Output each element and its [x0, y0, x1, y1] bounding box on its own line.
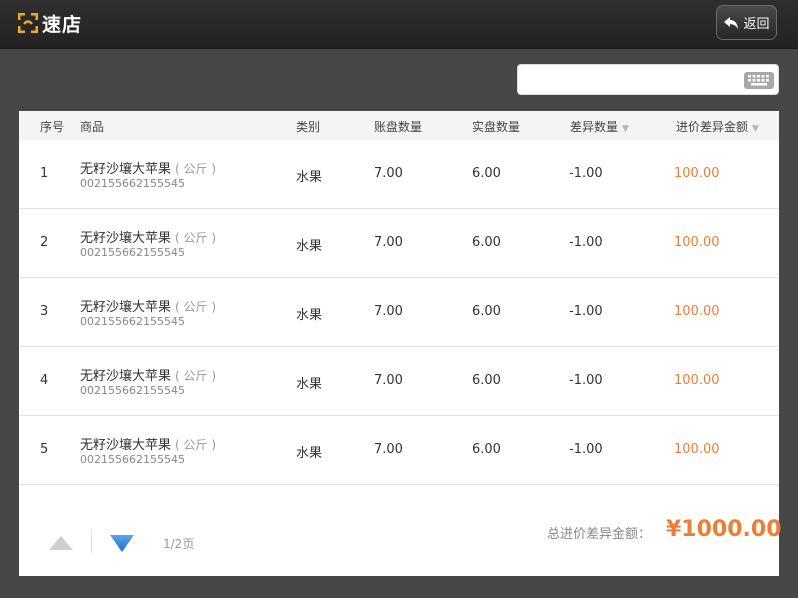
row-diff-qty: -1.00 [569, 235, 603, 250]
search-input[interactable] [526, 70, 740, 92]
col-actual-qty: 实盘数量 [472, 120, 521, 134]
product-name: 无籽沙壤大苹果( 公斤 ) [80, 434, 216, 453]
store-logo-icon [18, 13, 38, 33]
row-index: 3 [40, 304, 49, 319]
row-book-qty: 7.00 [374, 166, 403, 181]
row-diff-qty: -1.00 [569, 442, 603, 457]
product-code: 002155662155545 [80, 246, 185, 259]
sort-desc-icon: ▼ [622, 124, 629, 134]
app-logo-text: 速店 [42, 13, 83, 36]
product-name: 无籽沙壤大苹果( 公斤 ) [80, 158, 216, 177]
product-name-text: 无籽沙壤大苹果 [80, 438, 172, 453]
sort-desc-icon: ▼ [752, 124, 759, 134]
row-book-qty: 7.00 [374, 442, 403, 457]
row-category: 水果 [296, 377, 323, 392]
row-diff-amount: 100.00 [674, 442, 720, 457]
back-button[interactable]: 返回 [716, 5, 777, 40]
page-up-icon[interactable] [48, 535, 74, 551]
row-diff-qty: -1.00 [569, 166, 603, 181]
table-row[interactable]: 1 无籽沙壤大苹果( 公斤 ) 002155662155545 水果 7.00 6.00 -… [19, 140, 779, 209]
top-bar: 速店 返回 [0, 0, 798, 49]
row-diff-qty: -1.00 [569, 304, 603, 319]
product-name-text: 无籽沙壤大苹果 [80, 162, 172, 177]
row-actual-qty: 6.00 [472, 442, 501, 457]
row-actual-qty: 6.00 [472, 373, 501, 388]
inventory-diff-panel: 序号 商品 类别 账盘数量 实盘数量 差异数量 ▼ 进价差异金额 ▼ 1 无籽沙壤大苹… [19, 111, 782, 576]
back-button-label: 返回 [743, 17, 770, 32]
row-index: 1 [40, 166, 49, 181]
page-down-icon[interactable] [109, 533, 135, 553]
table-row[interactable]: 5 无籽沙壤大苹果( 公斤 ) 002155662155545 水果 7.00 6.00 -… [19, 416, 779, 485]
product-unit: ( 公斤 ) [175, 300, 217, 314]
col-diff-qty-label: 差异数量 [570, 120, 619, 134]
col-product: 商品 [80, 120, 105, 134]
total-diff-amount: ¥1000.00 [666, 517, 782, 542]
row-diff-amount: 100.00 [674, 373, 720, 388]
back-arrow-icon [724, 16, 739, 29]
table-header: 序号 商品 类别 账盘数量 实盘数量 差异数量 ▼ 进价差异金额 ▼ [19, 111, 779, 140]
product-name-text: 无籽沙壤大苹果 [80, 300, 172, 315]
col-diff-qty[interactable]: 差异数量 ▼ [570, 118, 629, 135]
row-actual-qty: 6.00 [472, 304, 501, 319]
row-category: 水果 [296, 239, 323, 254]
search-box [517, 64, 779, 95]
product-code: 002155662155545 [80, 453, 185, 466]
col-index: 序号 [40, 120, 65, 134]
product-name-text: 无籽沙壤大苹果 [80, 369, 172, 384]
product-code: 002155662155545 [80, 177, 185, 190]
product-unit: ( 公斤 ) [175, 369, 217, 383]
row-diff-amount: 100.00 [674, 304, 720, 319]
table-row[interactable]: 4 无籽沙壤大苹果( 公斤 ) 002155662155545 水果 7.00 6.00 -… [19, 347, 779, 416]
product-unit: ( 公斤 ) [175, 231, 217, 245]
product-code: 002155662155545 [80, 315, 185, 328]
col-book-qty: 账盘数量 [374, 120, 423, 134]
row-category: 水果 [296, 308, 323, 323]
keyboard-icon[interactable] [744, 72, 774, 89]
pager-divider [91, 529, 92, 553]
col-diff-amount-label: 进价差异金额 [676, 120, 749, 134]
row-book-qty: 7.00 [374, 373, 403, 388]
table-row[interactable]: 3 无籽沙壤大苹果( 公斤 ) 002155662155545 水果 7.00 6.00 -… [19, 278, 779, 347]
col-category: 类别 [296, 120, 321, 134]
product-name: 无籽沙壤大苹果( 公斤 ) [80, 227, 216, 246]
app-logo: 速店 [18, 11, 83, 36]
row-book-qty: 7.00 [374, 235, 403, 250]
total-diff-label: 总进价差异金额： [547, 527, 652, 542]
row-diff-amount: 100.00 [674, 235, 720, 250]
row-actual-qty: 6.00 [472, 235, 501, 250]
product-unit: ( 公斤 ) [175, 438, 217, 452]
row-index: 2 [40, 235, 49, 250]
row-diff-amount: 100.00 [674, 166, 720, 181]
product-name: 无籽沙壤大苹果( 公斤 ) [80, 365, 216, 384]
row-category: 水果 [296, 446, 323, 461]
row-diff-qty: -1.00 [569, 373, 603, 388]
page-indicator: 1/2页 [163, 537, 195, 551]
row-book-qty: 7.00 [374, 304, 403, 319]
row-index: 4 [40, 373, 49, 388]
product-name: 无籽沙壤大苹果( 公斤 ) [80, 296, 216, 315]
table-row[interactable]: 2 无籽沙壤大苹果( 公斤 ) 002155662155545 水果 7.00 6.00 -… [19, 209, 779, 278]
row-actual-qty: 6.00 [472, 166, 501, 181]
product-unit: ( 公斤 ) [175, 162, 217, 176]
product-code: 002155662155545 [80, 384, 185, 397]
col-diff-amount[interactable]: 进价差异金额 ▼ [676, 118, 759, 135]
row-index: 5 [40, 442, 49, 457]
product-name-text: 无籽沙壤大苹果 [80, 231, 172, 246]
row-category: 水果 [296, 170, 323, 185]
